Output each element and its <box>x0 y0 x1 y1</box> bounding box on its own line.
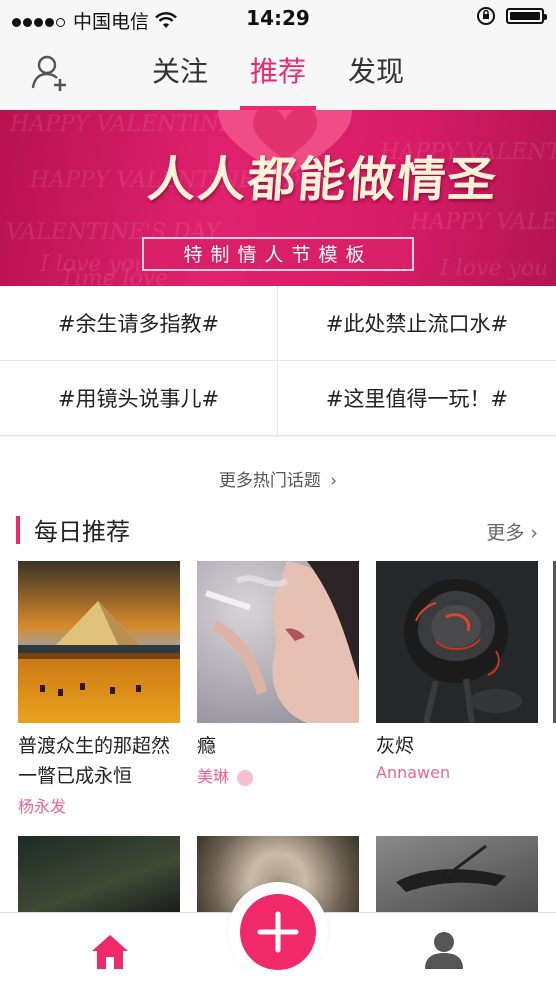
feed-tabs: 关注 推荐 发现 <box>0 36 556 110</box>
card-title: 瘾 <box>197 735 217 757</box>
status-time: 14:29 <box>246 6 310 30</box>
card-author-name: 美琳 <box>197 767 230 786</box>
banner-bg-text: I love you <box>440 256 549 281</box>
topic-item[interactable]: #余生请多指教# <box>0 286 278 361</box>
card-author[interactable]: 杨永发 <box>18 793 180 817</box>
status-right <box>476 6 547 26</box>
card-image <box>18 561 180 723</box>
banner-subtitle: 特制情人节模板 <box>142 237 414 271</box>
card-title: 普渡众生的那超然一瞥已成永恒 <box>18 735 171 787</box>
card-image[interactable] <box>376 836 538 912</box>
section-header: 每日推荐 <box>16 512 130 547</box>
top-nav: 关注 推荐 发现 <box>0 36 556 110</box>
recommend-card[interactable]: 灰烬 Annawen <box>376 561 538 782</box>
divider <box>0 436 556 437</box>
card-image <box>376 561 538 723</box>
valentine-banner[interactable]: HAPPY VALENTINE'S DAY HAPPY VALENTINE'S … <box>0 110 556 286</box>
card-image <box>197 561 359 723</box>
rotation-lock-icon <box>477 7 495 25</box>
banner-bg-text: HAPPY VALENTINE <box>410 210 556 235</box>
topic-item[interactable]: #这里值得一玩！# <box>278 361 556 436</box>
more-topics-link[interactable]: 更多热门话题 › <box>0 466 556 491</box>
tab-follow[interactable]: 关注 <box>152 36 208 110</box>
tab-discover[interactable]: 发现 <box>348 36 404 110</box>
card-title: 灰烬 <box>376 735 415 757</box>
chevron-right-icon: › <box>330 471 338 491</box>
topic-item[interactable]: #此处禁止流口水# <box>278 286 556 361</box>
profile-icon[interactable] <box>423 929 465 971</box>
topic-item[interactable]: #用镜头说事儿# <box>0 361 278 436</box>
vip-badge-icon <box>237 769 254 786</box>
more-label: 更多 <box>486 522 525 544</box>
banner-title: 人人都能做情圣 <box>145 152 500 208</box>
chevron-right-icon: › <box>530 522 538 544</box>
tab-recommend[interactable]: 推荐 <box>239 36 317 110</box>
more-topics-label: 更多热门话题 <box>218 471 321 491</box>
card-image[interactable] <box>18 836 180 912</box>
recommend-card[interactable]: 瘾 美琳 <box>197 561 359 787</box>
card-author[interactable]: Annawen <box>376 763 538 782</box>
status-bar: 中国电信 14:29 <box>0 0 556 36</box>
home-icon[interactable] <box>90 931 130 971</box>
create-button[interactable] <box>228 882 328 982</box>
card-author[interactable]: 美琳 <box>197 763 359 787</box>
plus-icon <box>240 894 316 970</box>
recommend-card[interactable]: 普渡众生的那超然一瞥已成永恒 杨永发 <box>18 561 180 817</box>
battery-icon <box>506 8 547 24</box>
hot-topics: #余生请多指教# #此处禁止流口水# #用镜头说事儿# #这里值得一玩！# <box>0 286 556 436</box>
section-title: 每日推荐 <box>34 518 130 546</box>
more-button[interactable]: 更多 › <box>486 518 538 545</box>
section-accent-bar <box>16 515 20 544</box>
